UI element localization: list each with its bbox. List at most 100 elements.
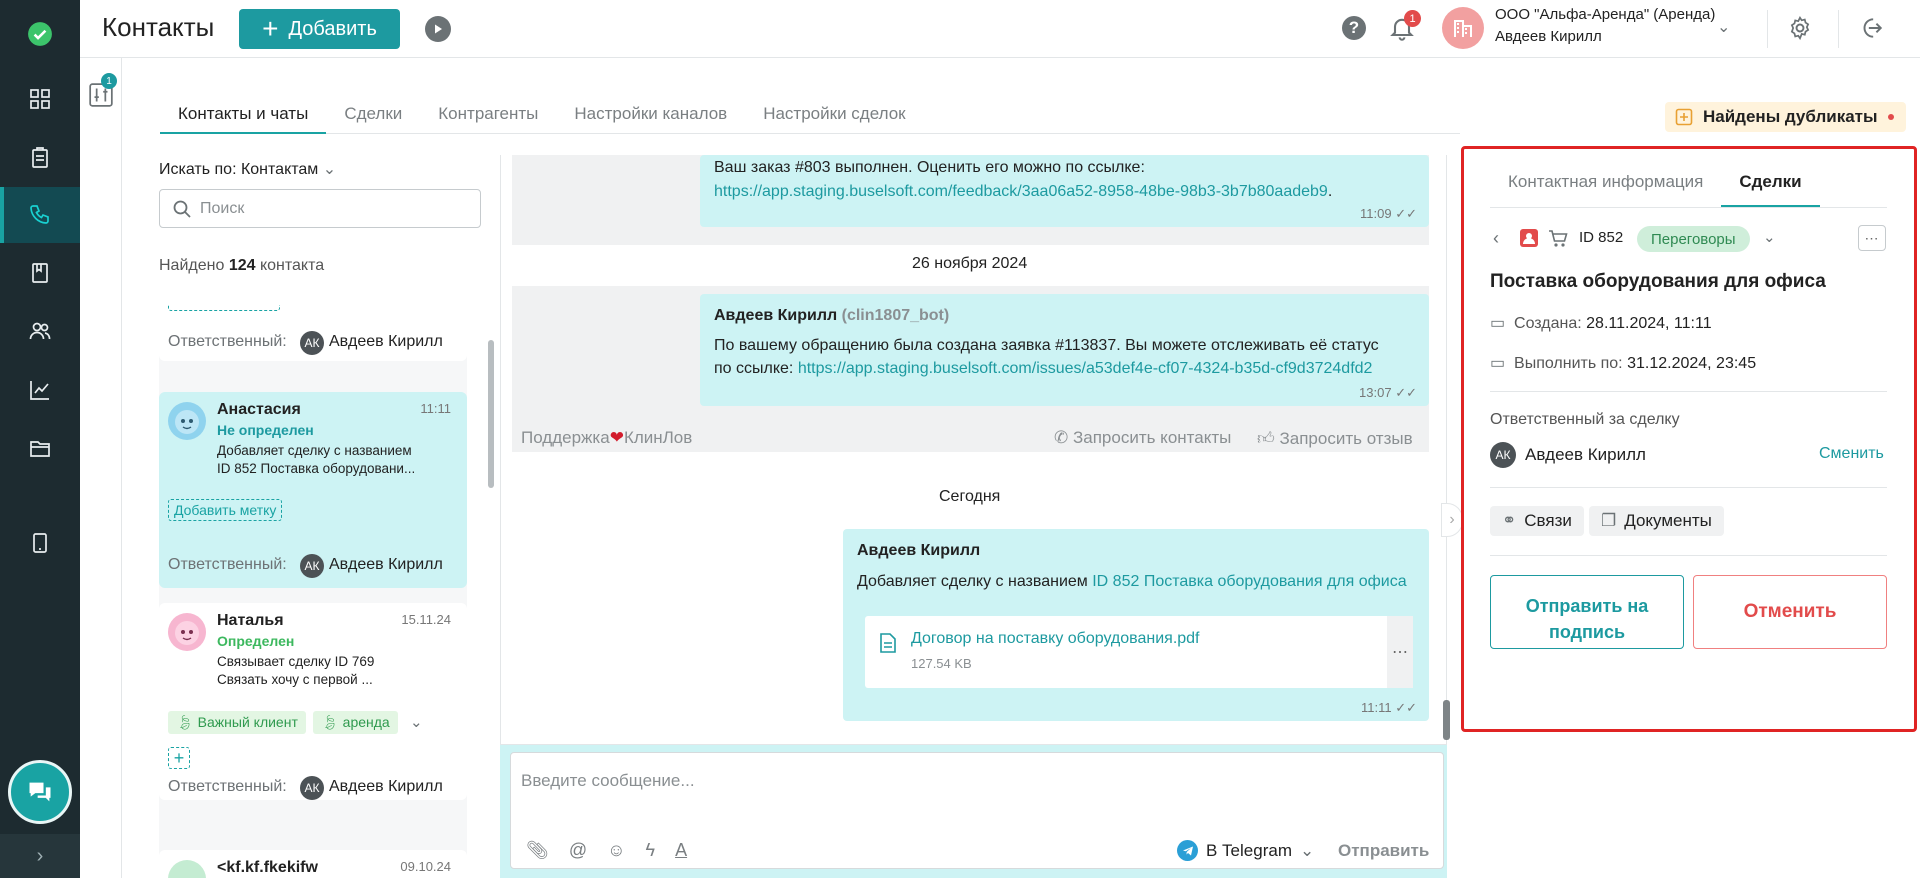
contact-name: Анастасия (217, 401, 301, 418)
stage-chevron-down-icon[interactable]: ⌄ (1763, 228, 1776, 246)
collapse-panel-chevron-icon[interactable]: › (1441, 503, 1463, 537)
thumbs-up-icon: 👍︎ (1257, 429, 1275, 448)
settings-gear-icon[interactable] (1787, 15, 1813, 41)
contact-time: 11:11 (420, 401, 451, 416)
file-attachment[interactable]: Договор на поставку оборудования.pdf 127… (865, 616, 1413, 688)
dashboard-icon[interactable] (0, 71, 80, 127)
chat-bubbles-icon (29, 782, 51, 802)
expand-rail-chevron-icon[interactable]: › (0, 834, 80, 878)
send-for-signature-button[interactable]: Отправить на подпись (1490, 575, 1684, 649)
account-chevron-down-icon[interactable]: ⌄ (1717, 17, 1730, 37)
list-item[interactable]: Наталья 15.11.24 Определен Связывает сде… (159, 603, 467, 800)
tab-channel-settings[interactable]: Настройки каналов (556, 96, 745, 134)
request-contacts-button[interactable]: ✆ Запросить контакты (1054, 428, 1231, 448)
current-user-name[interactable]: Авдеев Кирилл (1495, 28, 1602, 45)
deal-stage-badge[interactable]: Переговоры (1637, 226, 1750, 252)
divider (1490, 391, 1887, 392)
contacts-scrollbar[interactable] (488, 340, 494, 488)
deal-title: Поставка оборудования для офиса (1490, 271, 1826, 292)
tag-important-client[interactable]: 🍃︎ Важный клиент (168, 711, 306, 734)
add-button[interactable]: + Добавить (239, 9, 400, 49)
attach-paperclip-icon[interactable]: 📎︎ (526, 840, 549, 861)
company-avatar[interactable] (1442, 7, 1484, 49)
cancel-deal-button[interactable]: Отменить (1693, 575, 1887, 649)
tab-contacts-chats[interactable]: Контакты и чаты (160, 96, 327, 134)
deal-link[interactable]: ID 852 Поставка оборудования для офиса (1092, 573, 1406, 590)
secondary-rail (80, 58, 122, 878)
channel-selector[interactable]: В Telegram ⌄ (1177, 840, 1314, 861)
tab-deals[interactable]: Сделки (1721, 168, 1820, 207)
responsible-label: Ответственный: (168, 778, 287, 795)
divider (1490, 555, 1887, 556)
links-button[interactable]: ⚭ Связи (1490, 506, 1584, 536)
phone-icon: ✆ (1054, 428, 1069, 447)
add-tag-button[interactable]: Добавить метку (168, 499, 283, 521)
company-name[interactable]: ООО "Альфа-Аренда" (Аренда) (1495, 6, 1715, 23)
deal-responsible-title: Ответственный за сделку (1490, 411, 1680, 428)
help-icon[interactable]: ? (1342, 16, 1366, 40)
search-by-selector[interactable]: Искать по: Контактам ⌄ (159, 159, 336, 179)
deal-due: ▭ Выполнить по: 31.12.2024, 23:45 (1490, 355, 1757, 372)
mention-at-icon[interactable]: @ (569, 840, 587, 861)
contacts-search-input[interactable]: Поиск (159, 189, 481, 228)
issue-link[interactable]: https://app.staging.buselsoft.com/issues… (798, 360, 1373, 377)
file-document-icon (880, 633, 896, 653)
emoji-icon[interactable]: ☺ (607, 840, 625, 861)
documents-button[interactable]: ❐ Документы (1589, 506, 1724, 536)
tab-contact-info[interactable]: Контактная информация (1490, 168, 1721, 207)
chat-area: Ваш заказ #803 выполнен. Оценить его мож… (500, 155, 1447, 745)
shopping-cart-icon (1549, 230, 1568, 247)
list-item[interactable]: <kf.kf.fkekifw 09.10.24 (159, 850, 467, 878)
last-message-line: ID 852 Поставка оборудовани... (217, 461, 416, 476)
send-button[interactable]: Отправить (1338, 841, 1429, 861)
message-time: 13:07 ✓✓ (1359, 385, 1417, 400)
plus-icon: + (262, 13, 279, 44)
avatar (168, 613, 206, 651)
file-menu-dots-icon[interactable]: ⋯ (1387, 616, 1413, 688)
add-tag-button[interactable] (168, 305, 280, 311)
responsible-name: Авдеев Кирилл (329, 333, 443, 350)
chevron-down-icon: ⌄ (1299, 840, 1315, 860)
responsible-name: Авдеев Кирилл (329, 556, 443, 573)
chat-support-button[interactable] (8, 760, 72, 824)
feedback-link[interactable]: https://app.staging.buselsoft.com/feedba… (714, 183, 1328, 200)
book-icon[interactable] (0, 245, 80, 301)
link-chain-icon: ⚭ (1502, 511, 1517, 530)
users-icon[interactable] (0, 303, 80, 359)
file-name[interactable]: Договор на поставку оборудования.pdf (911, 630, 1200, 648)
contact-name: Наталья (217, 612, 284, 629)
tab-deal-settings[interactable]: Настройки сделок (745, 96, 923, 134)
duplicates-found-badge[interactable]: Найдены дубликаты (1665, 102, 1906, 132)
search-by-label: Искать по: Контактам (159, 161, 319, 178)
message-time: 11:09 ✓✓ (1360, 206, 1417, 221)
tasks-clipboard-icon[interactable] (0, 130, 80, 186)
tags-expand-chevron-icon[interactable]: ⌄ (410, 713, 423, 731)
tab-counterparties[interactable]: Контрагенты (420, 96, 556, 134)
avatar (168, 860, 206, 878)
request-review-button[interactable]: 👍︎ Запросить отзыв (1257, 428, 1413, 449)
calendar-icon: ▭ (1490, 315, 1506, 332)
quick-reply-lightning-icon[interactable]: ϟ (646, 840, 656, 861)
deal-responsible-name: Авдеев Кирилл (1525, 445, 1646, 464)
logo-check-icon[interactable] (0, 6, 80, 62)
logout-icon[interactable] (1858, 15, 1884, 41)
channel-label: В Telegram (1206, 840, 1292, 860)
contacts-phone-icon[interactable] (0, 187, 80, 243)
change-responsible-link[interactable]: Сменить (1819, 445, 1884, 463)
play-tutorial-icon[interactable] (425, 16, 451, 42)
add-button-label: Добавить (288, 17, 377, 40)
add-tag-plus-button[interactable]: + (168, 747, 190, 769)
deal-more-menu-icon[interactable]: ⋯ (1858, 225, 1886, 251)
header-divider (1767, 10, 1768, 48)
folder-icon[interactable] (0, 421, 80, 477)
text-format-icon[interactable]: A (675, 840, 687, 861)
contact-status: Не определен (217, 422, 314, 438)
back-chevron-icon[interactable]: ‹ (1493, 228, 1499, 249)
list-item[interactable]: Анастасия 11:11 Не определен Добавляет с… (159, 392, 467, 588)
tab-deals[interactable]: Сделки (326, 96, 420, 134)
tablet-icon[interactable] (0, 515, 80, 571)
chat-scrollbar[interactable] (1443, 700, 1450, 740)
list-item[interactable]: Ответственный: АК Авдеев Кирилл (159, 305, 467, 361)
analytics-chart-icon[interactable] (0, 362, 80, 418)
tag-rent[interactable]: 🍃︎ аренда (313, 711, 398, 734)
